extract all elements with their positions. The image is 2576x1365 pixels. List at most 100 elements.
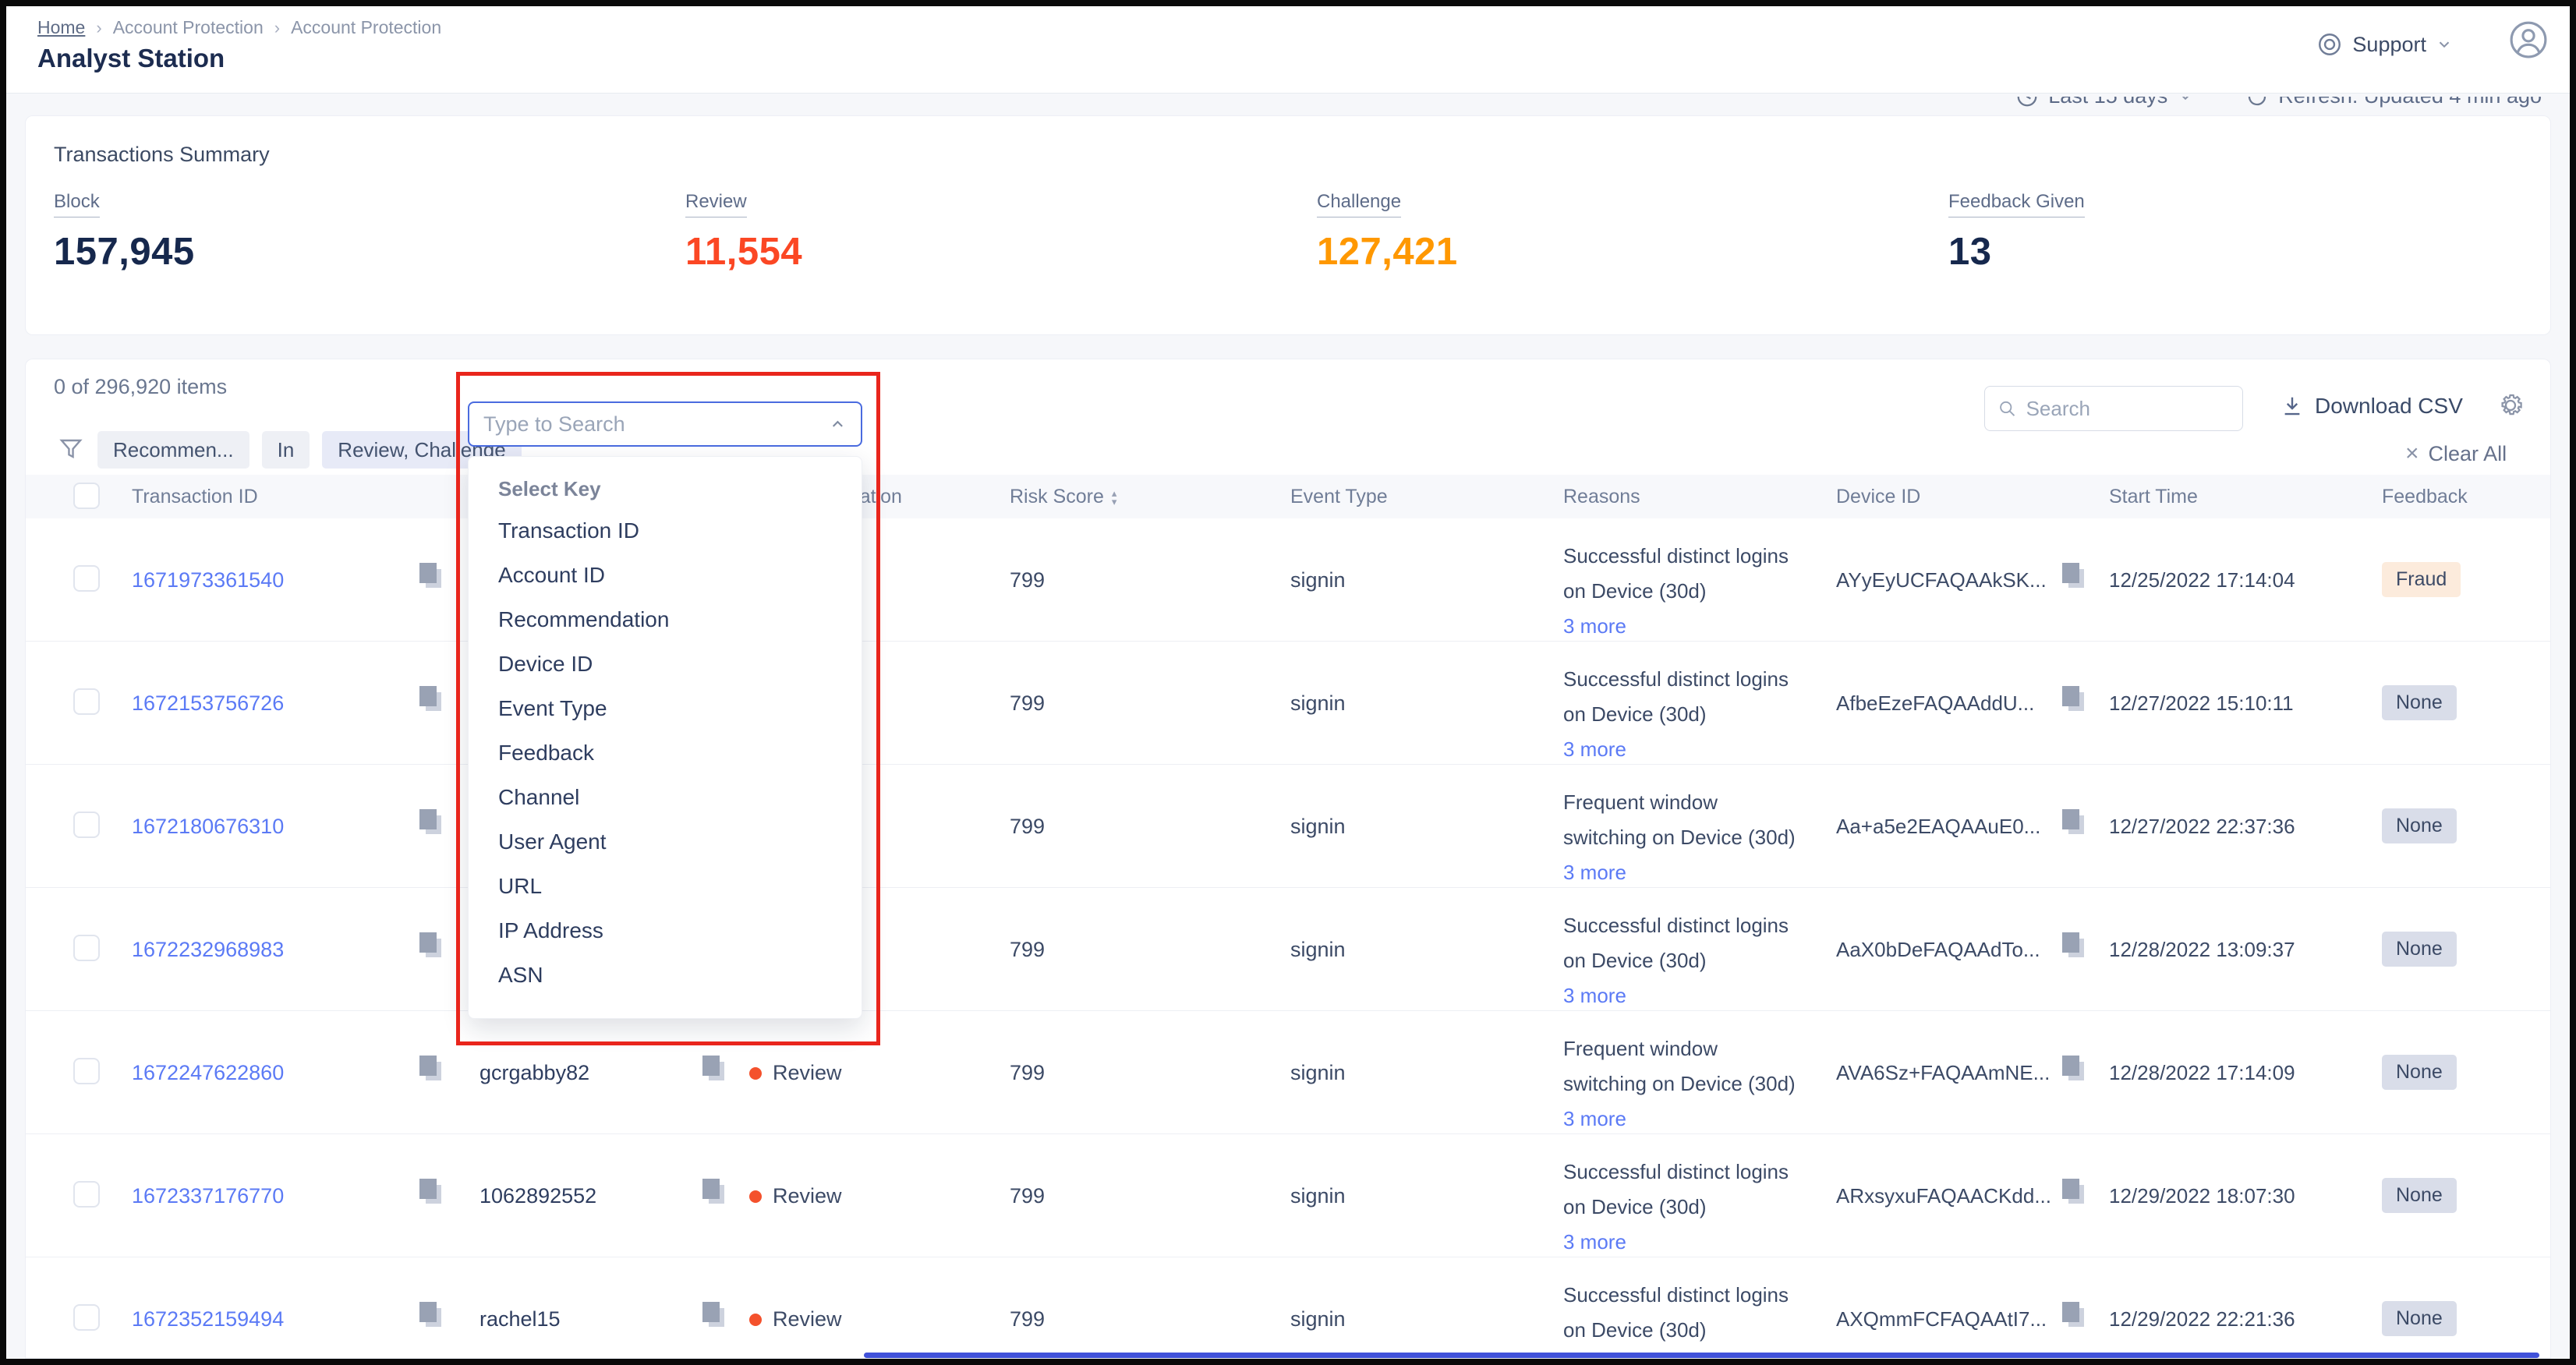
dropdown-option-asn[interactable]: ASN [469, 953, 862, 997]
row-checkbox[interactable] [73, 1058, 100, 1084]
more-reasons-link[interactable]: 3 more [1563, 732, 1626, 767]
table-row: 1672337176770 1062892552 Review 799 sign… [26, 1134, 2550, 1257]
risk-score-cell: 799 [1010, 1184, 1045, 1208]
copy-icon[interactable] [419, 1178, 443, 1206]
transaction-id-link[interactable]: 1672247622860 [132, 1061, 284, 1085]
transaction-id-link[interactable]: 1672180676310 [132, 815, 284, 839]
more-reasons-link[interactable]: 3 more [1563, 855, 1626, 890]
search-input[interactable] [2026, 397, 2230, 421]
copy-icon[interactable] [2062, 932, 2086, 960]
reasons-cell: Frequent windowswitching on Device (30d)… [1563, 1031, 1821, 1137]
dropdown-option-url[interactable]: URL [469, 864, 862, 908]
table-row: 1671973361540 799 signin Successful dist… [26, 518, 2550, 642]
row-checkbox[interactable] [73, 1304, 100, 1331]
stat-review-label[interactable]: Review [685, 191, 747, 217]
risk-score-cell: 799 [1010, 938, 1045, 962]
filter-chip-key[interactable]: Recommen... [97, 431, 249, 469]
col-risk-score[interactable]: Risk Score▴▾ [1010, 486, 1116, 508]
dropdown-group-header: Select Key [469, 469, 862, 508]
copy-icon[interactable] [2062, 1055, 2086, 1083]
more-reasons-link[interactable]: 3 more [1563, 978, 1626, 1013]
more-reasons-link[interactable]: 3 more [1563, 1102, 1626, 1137]
row-checkbox[interactable] [73, 812, 100, 838]
copy-icon[interactable] [702, 1301, 726, 1329]
transactions-table-card: 0 of 296,920 items Download CSV × Clear … [25, 359, 2551, 1359]
table-body: 1671973361540 799 signin Successful dist… [26, 518, 2550, 1359]
breadcrumb-home-link[interactable]: Home [37, 17, 85, 38]
copy-icon[interactable] [419, 932, 443, 960]
horizontal-scrollbar[interactable] [864, 1353, 2539, 1358]
copy-icon[interactable] [2062, 685, 2086, 713]
copy-icon[interactable] [2062, 1178, 2086, 1206]
transactions-summary-card: Transactions Summary Block 157,945 Revie… [25, 115, 2551, 335]
copy-icon[interactable] [419, 1301, 443, 1329]
filter-chip-operator[interactable]: In [262, 431, 310, 469]
device-id-cell: AfbeEzeFAQAAddU... [1836, 691, 2034, 716]
row-checkbox[interactable] [73, 565, 100, 592]
copy-icon[interactable] [2062, 562, 2086, 590]
event-type-cell: signin [1290, 938, 1346, 962]
copy-icon[interactable] [702, 1055, 726, 1083]
stat-challenge: Challenge 127,421 [1317, 191, 1458, 274]
breadcrumb-account-protection-2: Account Protection [291, 17, 441, 38]
risk-score-cell: 799 [1010, 568, 1045, 592]
col-feedback: Feedback [2382, 486, 2468, 508]
transaction-id-link[interactable]: 1672337176770 [132, 1184, 284, 1208]
stat-challenge-label[interactable]: Challenge [1317, 191, 1401, 217]
device-id-cell: Aa+a5e2EAQAAuE0... [1836, 815, 2040, 839]
dropdown-option-feedback[interactable]: Feedback [469, 730, 862, 775]
feedback-badge: None [2382, 1301, 2457, 1336]
transaction-id-link[interactable]: 1672153756726 [132, 691, 284, 716]
copy-icon[interactable] [702, 1178, 726, 1206]
dropdown-option-ip-address[interactable]: IP Address [469, 908, 862, 953]
more-reasons-link[interactable]: 3 more [1563, 1225, 1626, 1260]
row-checkbox[interactable] [73, 1181, 100, 1208]
reasons-cell: Successful distinct loginson Device (30d… [1563, 539, 1821, 644]
transaction-id-link[interactable]: 1672352159494 [132, 1307, 284, 1331]
search-icon [1997, 398, 2017, 419]
event-type-cell: signin [1290, 1307, 1346, 1331]
copy-icon[interactable] [419, 1055, 443, 1083]
sort-icon[interactable]: ▴▾ [1112, 489, 1117, 506]
dropdown-option-account-id[interactable]: Account ID [469, 553, 862, 597]
stat-feedback-given-label[interactable]: Feedback Given [1948, 191, 2085, 217]
account-id-cell: gcrgabby82 [479, 1061, 589, 1085]
device-id-cell: AXQmmFCFAQAAtI7... [1836, 1307, 2047, 1331]
account-id-cell: 1062892552 [479, 1184, 596, 1208]
reasons-cell: Frequent windowswitching on Device (30d)… [1563, 785, 1821, 890]
feedback-badge: None [2382, 932, 2457, 967]
copy-icon[interactable] [2062, 808, 2086, 836]
copy-icon[interactable] [419, 808, 443, 836]
copy-icon[interactable] [419, 685, 443, 713]
dropdown-option-channel[interactable]: Channel [469, 775, 862, 819]
table-settings-button[interactable] [2496, 391, 2525, 420]
start-time-cell: 12/27/2022 22:37:36 [2109, 815, 2295, 839]
reasons-cell: Successful distinct loginson Device (30d… [1563, 908, 1821, 1013]
transaction-id-link[interactable]: 1671973361540 [132, 568, 284, 592]
copy-icon[interactable] [2062, 1301, 2086, 1329]
select-all-checkbox[interactable] [73, 483, 100, 509]
clear-all-button[interactable]: × Clear All [2405, 440, 2507, 467]
stat-block-label[interactable]: Block [54, 191, 100, 217]
user-avatar[interactable] [2509, 20, 2548, 59]
dropdown-option-recommendation[interactable]: Recommendation [469, 597, 862, 642]
dropdown-option-transaction-id[interactable]: Transaction ID [469, 508, 862, 553]
dropdown-option-user-agent[interactable]: User Agent [469, 819, 862, 864]
review-dot-icon [749, 1314, 762, 1326]
start-time-cell: 12/29/2022 18:07:30 [2109, 1184, 2295, 1208]
row-checkbox[interactable] [73, 688, 100, 715]
support-menu[interactable]: Support [2316, 31, 2453, 58]
stat-review-value: 11,554 [685, 230, 802, 274]
breadcrumb-account-protection[interactable]: Account Protection [113, 17, 264, 38]
download-csv-button[interactable]: Download CSV [2281, 394, 2463, 419]
table-search[interactable] [1984, 386, 2243, 431]
copy-icon[interactable] [419, 562, 443, 590]
items-count: 0 of 296,920 items [54, 375, 227, 399]
transaction-id-link[interactable]: 1672232968983 [132, 938, 284, 962]
dropdown-option-device-id[interactable]: Device ID [469, 642, 862, 686]
row-checkbox[interactable] [73, 935, 100, 961]
more-reasons-link[interactable]: 3 more [1563, 609, 1626, 644]
type-to-search-input[interactable] [483, 412, 829, 437]
dropdown-option-event-type[interactable]: Event Type [469, 686, 862, 730]
search-key-combobox[interactable] [468, 401, 862, 447]
